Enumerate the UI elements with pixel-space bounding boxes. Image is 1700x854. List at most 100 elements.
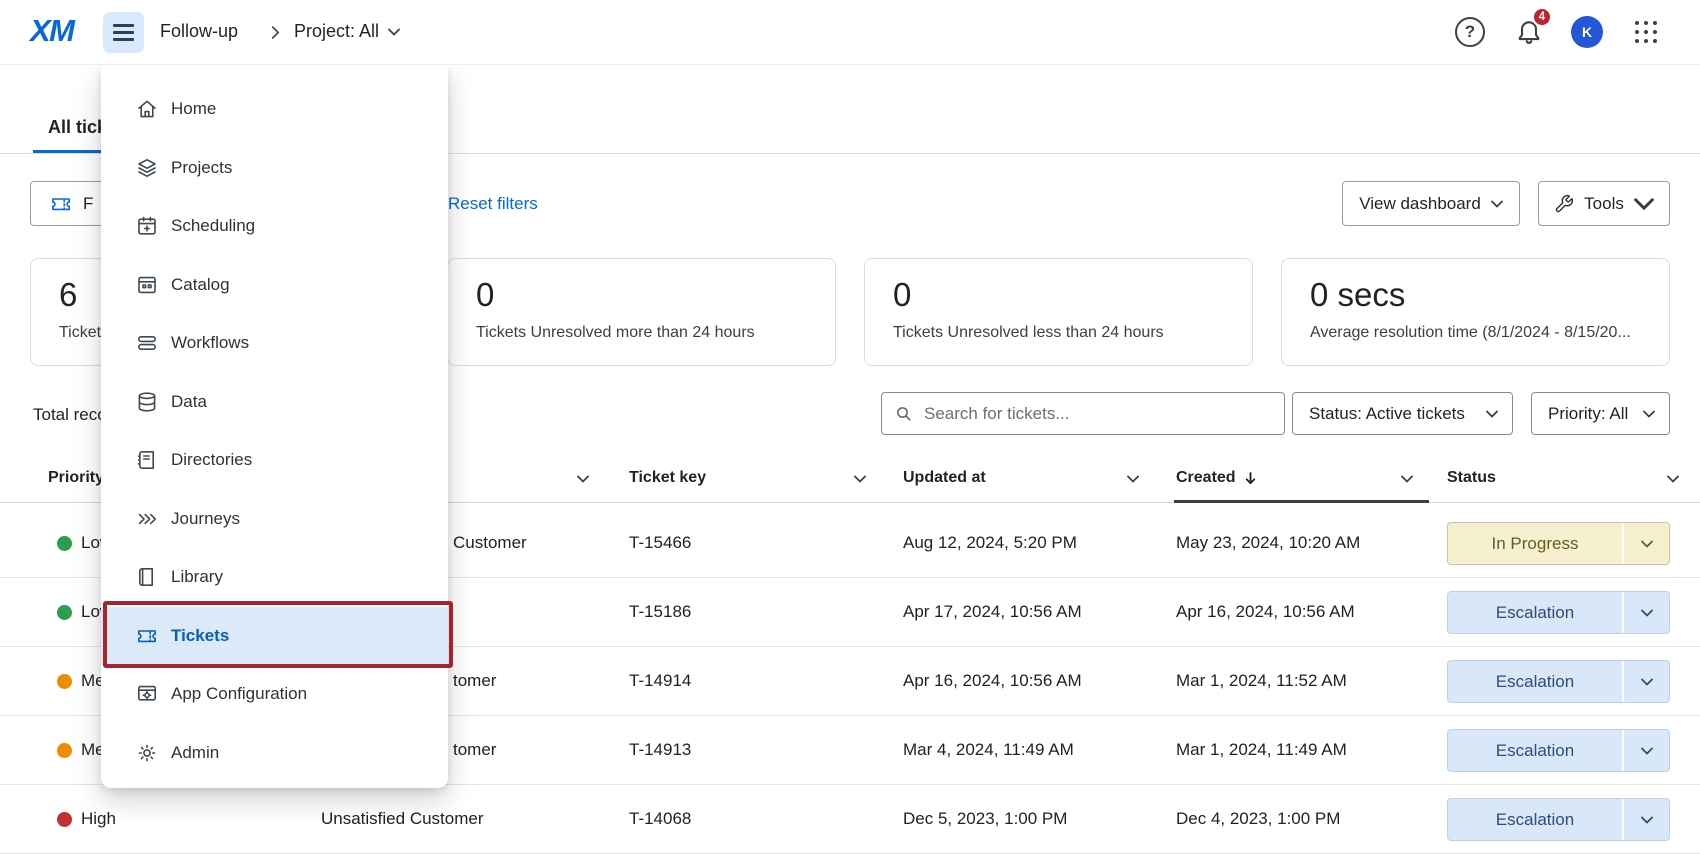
view-dashboard-button[interactable]: View dashboard — [1342, 181, 1520, 226]
catalog-icon — [135, 273, 159, 297]
journeys-icon — [135, 507, 159, 531]
column-header-updated-at: Updated at — [903, 469, 986, 487]
view-dashboard-label: View dashboard — [1359, 194, 1481, 214]
user-avatar[interactable]: K — [1571, 16, 1603, 48]
ticket-key-cell: T-15186 — [629, 578, 691, 646]
ticket-icon — [49, 192, 73, 216]
priority-filter-dropdown[interactable]: Priority: All — [1531, 392, 1670, 435]
column-menu-chevron-icon[interactable] — [577, 475, 589, 483]
sort-descending-icon[interactable] — [1244, 472, 1257, 485]
filter-button-label: F — [83, 194, 93, 214]
column-header-status: Status — [1447, 469, 1496, 487]
ticket-search — [881, 392, 1285, 435]
admin-icon — [135, 741, 159, 765]
nav-item-label: App Configuration — [171, 684, 307, 704]
nav-item-app-configuration[interactable]: App Configuration — [101, 665, 448, 724]
nav-item-journeys[interactable]: Journeys — [101, 490, 448, 549]
data-icon — [135, 390, 159, 414]
stat-card-unresolved-more-24h: 0 Tickets Unresolved more than 24 hours — [447, 258, 836, 366]
created-header-label: Created — [1176, 469, 1236, 487]
status-dropdown[interactable]: Escalation — [1447, 729, 1670, 772]
stat-value: 0 — [476, 274, 807, 316]
tools-button[interactable]: Tools — [1538, 181, 1670, 226]
nav-item-admin[interactable]: Admin — [101, 724, 448, 783]
status-badge: Escalation — [1448, 592, 1622, 633]
column-menu-chevron-icon[interactable] — [1401, 475, 1413, 483]
chevron-down-icon[interactable] — [1624, 592, 1669, 633]
column-menu-chevron-icon[interactable] — [1667, 475, 1679, 483]
column-menu-chevron-icon[interactable] — [854, 475, 866, 483]
top-bar: XM Follow-up Project: All ? 4 K — [0, 0, 1700, 65]
library-icon — [135, 565, 159, 589]
priority-dot — [57, 812, 72, 827]
stat-value: 0 — [893, 274, 1224, 316]
chevron-down-icon[interactable] — [1624, 523, 1669, 564]
workflows-icon — [135, 331, 159, 355]
column-header-ticket-key: Ticket key — [629, 469, 706, 487]
table-row[interactable]: High Unsatisfied Customer T-14068 Dec 5,… — [0, 785, 1700, 854]
chevron-down-icon — [388, 28, 400, 36]
ticket-key-cell: T-14914 — [629, 647, 691, 715]
priority-dot — [57, 674, 72, 689]
nav-item-directories[interactable]: Directories — [101, 431, 448, 490]
nav-item-label: Projects — [171, 158, 232, 178]
reset-filters-link[interactable]: Reset filters — [448, 194, 538, 214]
ticket-key-cell: T-14068 — [629, 785, 691, 853]
nav-item-label: Library — [171, 567, 223, 587]
nav-item-label: Tickets — [171, 626, 229, 646]
nav-item-projects[interactable]: Projects — [101, 139, 448, 198]
nav-item-home[interactable]: Home — [101, 80, 448, 139]
column-header-priority: Priority — [48, 469, 104, 487]
nav-item-label: Catalog — [171, 275, 230, 295]
stat-value: 0 secs — [1310, 274, 1641, 316]
column-header-created: Created — [1176, 469, 1257, 487]
status-badge: Escalation — [1448, 661, 1622, 702]
stat-label: Tickets Unresolved less than 24 hours — [893, 324, 1224, 342]
status-dropdown[interactable]: In Progress — [1447, 522, 1670, 565]
help-button[interactable]: ? — [1455, 17, 1485, 47]
name-cell: Unsatisfied Customer — [321, 785, 484, 853]
search-icon — [894, 404, 914, 424]
nav-item-label: Workflows — [171, 333, 249, 353]
wrench-icon — [1554, 194, 1574, 214]
nav-item-label: Journeys — [171, 509, 240, 529]
chevron-down-icon[interactable] — [1624, 661, 1669, 702]
nav-item-label: Admin — [171, 743, 219, 763]
ticket-key-cell: T-15466 — [629, 509, 691, 577]
xm-logo: XM — [30, 13, 74, 49]
nav-item-workflows[interactable]: Workflows — [101, 314, 448, 373]
updated-at-cell: Dec 5, 2023, 1:00 PM — [903, 785, 1067, 853]
column-menu-chevron-icon[interactable] — [1127, 475, 1139, 483]
status-filter-dropdown[interactable]: Status: Active tickets — [1292, 392, 1513, 435]
home-icon — [135, 97, 159, 121]
chevron-down-icon — [1634, 194, 1654, 214]
nav-item-scheduling[interactable]: Scheduling — [101, 197, 448, 256]
stat-label: Average resolution time (8/1/2024 - 8/15… — [1310, 324, 1641, 342]
ticket-key-cell: T-14913 — [629, 716, 691, 784]
tools-label: Tools — [1584, 194, 1624, 214]
hamburger-menu-button[interactable] — [103, 12, 144, 53]
breadcrumb-project-dropdown[interactable]: Project: All — [294, 21, 400, 42]
created-cell: Apr 16, 2024, 10:56 AM — [1176, 578, 1355, 646]
nav-item-label: Home — [171, 99, 216, 119]
status-dropdown[interactable]: Escalation — [1447, 660, 1670, 703]
scheduling-icon — [135, 214, 159, 238]
search-input[interactable] — [924, 404, 1272, 424]
nav-item-tickets[interactable]: Tickets — [101, 607, 448, 666]
nav-item-catalog[interactable]: Catalog — [101, 256, 448, 315]
status-filter-label: Status: Active tickets — [1309, 404, 1465, 424]
nav-item-data[interactable]: Data — [101, 373, 448, 432]
nav-item-library[interactable]: Library — [101, 548, 448, 607]
chevron-down-icon[interactable] — [1624, 730, 1669, 771]
directories-icon — [135, 448, 159, 472]
status-badge: Escalation — [1448, 799, 1622, 840]
app-switcher-icon[interactable] — [1632, 18, 1660, 46]
chevron-down-icon[interactable] — [1624, 799, 1669, 840]
nav-item-label: Directories — [171, 450, 252, 470]
stat-card-unresolved-less-24h: 0 Tickets Unresolved less than 24 hours — [864, 258, 1253, 366]
status-dropdown[interactable]: Escalation — [1447, 591, 1670, 634]
status-badge: Escalation — [1448, 730, 1622, 771]
projects-icon — [135, 156, 159, 180]
sorted-column-underline — [1174, 500, 1429, 503]
status-dropdown[interactable]: Escalation — [1447, 798, 1670, 841]
